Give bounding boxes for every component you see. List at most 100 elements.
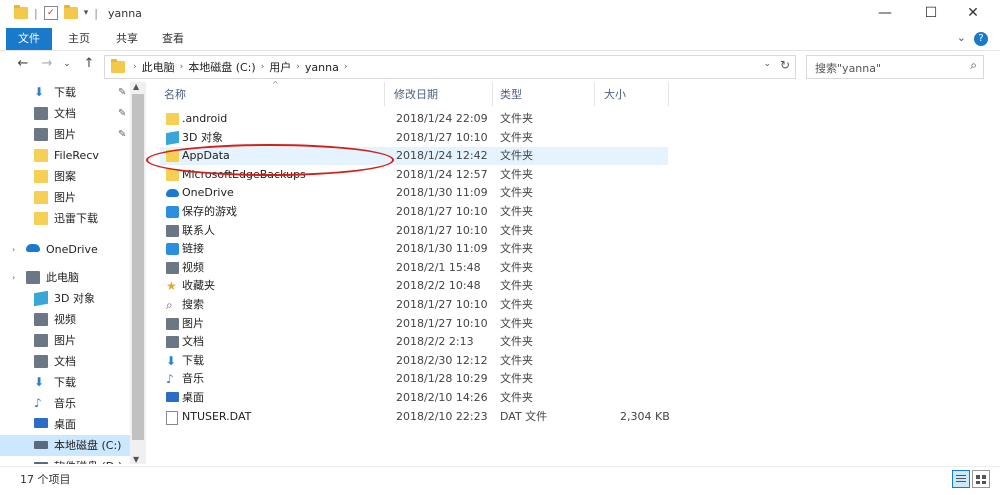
- file-row[interactable]: ⌕ 搜索 2018/1/27 10:10 文件夹: [160, 296, 668, 314]
- maximize-button[interactable]: ☐: [908, 0, 954, 28]
- nav-item-label: 下载: [54, 376, 76, 389]
- nav-item[interactable]: 本地磁盘 (C:): [0, 435, 130, 456]
- nav-item[interactable]: 软件磁盘 (D:): [0, 456, 130, 464]
- minimize-button[interactable]: —: [862, 0, 908, 28]
- file-row[interactable]: .android 2018/1/24 22:09 文件夹: [160, 110, 668, 128]
- nav-scrollbar[interactable]: ▲ ▼: [130, 82, 146, 464]
- column-divider[interactable]: [668, 82, 669, 106]
- nav-item-label: 下载: [54, 86, 76, 99]
- tab-share[interactable]: 共享: [106, 28, 148, 50]
- contacts-icon: [166, 224, 179, 237]
- nav-item[interactable]: FileRecv: [0, 145, 130, 166]
- column-header-date[interactable]: 修改日期: [394, 85, 438, 105]
- nav-item[interactable]: ⬇ 下载: [0, 372, 130, 393]
- file-date: 2018/1/24 12:57: [396, 167, 488, 181]
- file-type: 文件夹: [500, 223, 533, 237]
- file-row[interactable]: 保存的游戏 2018/1/27 10:10 文件夹: [160, 203, 668, 221]
- column-header-name[interactable]: 名称: [164, 85, 186, 105]
- breadcrumb-users[interactable]: 用户: [264, 59, 296, 75]
- nav-item[interactable]: ⬇ 下载 ✎: [0, 82, 130, 103]
- file-row[interactable]: MicrosoftEdgeBackups 2018/1/24 12:57 文件夹: [160, 166, 668, 184]
- pin-icon: ✎: [118, 87, 127, 98]
- file-row[interactable]: 联系人 2018/1/27 10:10 文件夹: [160, 222, 668, 240]
- nav-item[interactable]: 迅雷下载: [0, 208, 130, 229]
- nav-item-label: OneDrive: [46, 243, 98, 256]
- folder-icon: [14, 5, 28, 19]
- tab-view[interactable]: 查看: [152, 28, 194, 50]
- tab-file[interactable]: 文件: [6, 28, 52, 50]
- nav-item[interactable]: 图片 ✎: [0, 124, 130, 145]
- toolbar-separator: |: [34, 6, 38, 20]
- close-button[interactable]: ✕: [950, 0, 996, 28]
- file-row[interactable]: ♪ 音乐 2018/1/28 10:29 文件夹: [160, 370, 668, 388]
- nav-item[interactable]: 视频: [0, 309, 130, 330]
- window-title: yanna: [107, 6, 142, 20]
- scroll-down-icon[interactable]: ▼: [133, 455, 139, 464]
- new-folder-icon[interactable]: [63, 5, 78, 19]
- folder-icon: [166, 113, 179, 125]
- breadcrumb-local-disk[interactable]: 本地磁盘 (C:): [183, 59, 260, 75]
- column-header-type[interactable]: 类型: [500, 85, 522, 105]
- file-name: 桌面: [182, 391, 204, 404]
- scrollbar-thumb[interactable]: [132, 94, 144, 440]
- picture-icon: [166, 317, 179, 330]
- address-bar[interactable]: › 此电脑 › 本地磁盘 (C:) › 用户 › yanna › ⌄ ↻: [104, 55, 796, 79]
- nav-item[interactable]: ♪ 音乐: [0, 393, 130, 414]
- address-history-dropdown[interactable]: ⌄: [763, 59, 771, 69]
- file-row[interactable]: 桌面 2018/2/10 14:26 文件夹: [160, 389, 668, 407]
- search-input[interactable]: 搜索"yanna": [815, 60, 881, 76]
- file-row[interactable]: NTUSER.DAT 2018/2/10 22:23 DAT 文件 2,304 KB: [160, 408, 670, 426]
- expand-ribbon-icon[interactable]: ⌄: [957, 31, 966, 44]
- file-row[interactable]: ⬇ 下载 2018/2/30 12:12 文件夹: [160, 352, 668, 370]
- recent-locations-button[interactable]: ⌄: [58, 59, 76, 69]
- help-icon[interactable]: ?: [974, 32, 988, 46]
- refresh-icon[interactable]: ↻: [780, 58, 790, 72]
- nav-item[interactable]: 文档 ✎: [0, 103, 130, 124]
- file-type: 文件夹: [500, 316, 533, 330]
- file-row[interactable]: OneDrive 2018/1/30 11:09 文件夹: [160, 184, 668, 202]
- file-row[interactable]: 文档 2018/2/2 2:13 文件夹: [160, 333, 668, 351]
- nav-item-label: 图片: [54, 128, 76, 141]
- nav-item[interactable]: 图片: [0, 330, 130, 351]
- column-divider[interactable]: [594, 82, 595, 106]
- search-icon[interactable]: ⌕: [970, 58, 977, 73]
- up-button[interactable]: ↑: [80, 56, 98, 71]
- nav-item[interactable]: 3D 对象: [0, 288, 130, 309]
- column-divider[interactable]: [492, 82, 493, 106]
- nav-item[interactable]: › 此电脑: [0, 267, 130, 288]
- picture-icon: [34, 128, 48, 141]
- nav-item-label: FileRecv: [54, 149, 99, 162]
- nav-item[interactable]: 图案: [0, 166, 130, 187]
- scroll-up-icon[interactable]: ▲: [133, 82, 139, 91]
- file-row[interactable]: 3D 对象 2018/1/27 10:10 文件夹: [160, 129, 668, 147]
- search-box[interactable]: 搜索"yanna" ⌕: [806, 55, 984, 79]
- breadcrumb-yanna[interactable]: yanna: [300, 61, 344, 74]
- back-button[interactable]: ←: [14, 56, 32, 71]
- nav-item-label: 图案: [54, 170, 76, 183]
- nav-item[interactable]: 图片: [0, 187, 130, 208]
- breadcrumb-separator[interactable]: ›: [344, 62, 348, 72]
- file-type: 文件夹: [500, 130, 533, 144]
- column-header-size[interactable]: 大小: [604, 85, 626, 105]
- video-icon: [34, 313, 48, 326]
- file-row[interactable]: 视频 2018/2/1 15:48 文件夹: [160, 259, 668, 277]
- properties-icon[interactable]: ✓: [43, 6, 58, 20]
- tab-home[interactable]: 主页: [58, 28, 100, 50]
- expand-icon[interactable]: ›: [12, 239, 15, 260]
- file-row[interactable]: ★ 收藏夹 2018/2/2 10:48 文件夹: [160, 277, 668, 295]
- expand-icon[interactable]: ›: [12, 267, 15, 288]
- file-name: 收藏夹: [182, 279, 215, 293]
- nav-item[interactable]: › OneDrive: [0, 239, 130, 260]
- column-divider[interactable]: [384, 82, 385, 106]
- file-row[interactable]: 链接 2018/1/30 11:09 文件夹: [160, 240, 668, 258]
- breadcrumb-this-pc[interactable]: 此电脑: [137, 59, 180, 75]
- nav-item[interactable]: 文档: [0, 351, 130, 372]
- nav-item[interactable]: 桌面: [0, 414, 130, 435]
- customize-toolbar-icon[interactable]: ▾: [84, 8, 89, 18]
- file-row[interactable]: AppData 2018/1/24 12:42 文件夹: [160, 147, 668, 166]
- file-type: 文件夹: [500, 372, 533, 386]
- forward-button[interactable]: →: [38, 56, 56, 71]
- details-view-button[interactable]: [952, 470, 970, 488]
- file-row[interactable]: 图片 2018/1/27 10:10 文件夹: [160, 315, 668, 333]
- large-icons-view-button[interactable]: [972, 470, 990, 488]
